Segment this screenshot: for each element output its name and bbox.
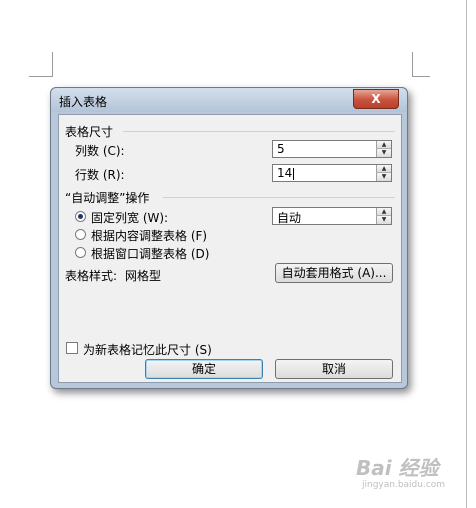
- crop-mark-left-vertical: [52, 52, 53, 77]
- page-right-edge: [466, 0, 467, 508]
- rows-value-wrap: 14: [277, 166, 295, 180]
- crop-mark-right-horizontal: [412, 76, 430, 77]
- rows-value: 14: [277, 166, 293, 180]
- spin-down-icon: ▼: [381, 149, 387, 156]
- autofit-separator: [163, 197, 395, 198]
- remember-size-label[interactable]: 为新表格记忆此尺寸 (S): [83, 341, 212, 358]
- columns-spin-up[interactable]: ▲: [376, 141, 391, 149]
- close-button[interactable]: X: [353, 89, 399, 109]
- columns-spin-buttons: ▲ ▼: [376, 141, 391, 157]
- fixed-width-radio[interactable]: [75, 211, 86, 222]
- spin-up-icon: ▲: [381, 141, 387, 148]
- columns-label: 列数 (C):: [75, 144, 125, 158]
- rows-spin-up[interactable]: ▲: [376, 165, 391, 173]
- autofit-contents-label[interactable]: 根据内容调整表格 (F): [91, 227, 207, 244]
- columns-value: 5: [277, 142, 285, 156]
- autoformat-button[interactable]: 自动套用格式 (A)...: [275, 263, 393, 283]
- rows-spin-down[interactable]: ▼: [376, 173, 391, 181]
- ok-button[interactable]: 确定: [145, 359, 263, 379]
- rows-label: 行数 (R):: [75, 168, 125, 182]
- baidu-jingyan-watermark: Bai 经验 jingyan.baidu.com: [356, 452, 456, 494]
- table-style-label: 表格样式:: [65, 269, 118, 283]
- columns-spinner[interactable]: 5 ▲ ▼: [272, 140, 392, 158]
- autofit-window-radio[interactable]: [75, 247, 86, 258]
- spin-down-icon: ▼: [381, 173, 387, 180]
- autofit-contents-radio[interactable]: [75, 229, 86, 240]
- dialog-titlebar[interactable]: 插入表格 X: [51, 88, 407, 112]
- table-size-section-label: 表格尺寸: [65, 125, 114, 139]
- crop-mark-right-vertical: [412, 52, 413, 77]
- table-style-value: 网格型: [125, 269, 162, 283]
- dialog-title: 插入表格: [59, 95, 108, 109]
- cancel-button[interactable]: 取消: [275, 359, 393, 379]
- fixed-width-spin-down[interactable]: ▼: [376, 216, 391, 224]
- watermark-logo-text: Bai 经验: [356, 456, 439, 480]
- dialog-content: 表格尺寸 列数 (C): 5 ▲ ▼ 行数 (R): 14 ▲ ▼ “自动调整”…: [58, 114, 402, 383]
- autofit-window-label[interactable]: 根据窗口调整表格 (D): [91, 245, 209, 262]
- fixed-width-value: 自动: [277, 211, 302, 225]
- autofit-section-label: “自动调整”操作: [65, 191, 150, 205]
- insert-table-dialog: 插入表格 X 表格尺寸 列数 (C): 5 ▲ ▼ 行数 (R): 14 ▲ ▼…: [50, 87, 408, 389]
- fixed-width-spin-up[interactable]: ▲: [376, 208, 391, 216]
- rows-spin-buttons: ▲ ▼: [376, 165, 391, 181]
- close-icon: X: [371, 92, 381, 106]
- columns-spin-down[interactable]: ▼: [376, 149, 391, 157]
- fixed-width-spinner[interactable]: 自动 ▲ ▼: [272, 207, 392, 225]
- crop-mark-left-horizontal: [29, 76, 53, 77]
- spin-down-icon: ▼: [381, 216, 387, 223]
- text-cursor: [293, 167, 295, 180]
- spin-up-icon: ▲: [381, 165, 387, 172]
- remember-size-checkbox[interactable]: [66, 342, 78, 354]
- fixed-width-label[interactable]: 固定列宽 (W):: [91, 209, 168, 226]
- watermark-url: jingyan.baidu.com: [362, 480, 446, 490]
- fixed-width-spin-buttons: ▲ ▼: [376, 208, 391, 224]
- table-size-separator: [123, 131, 395, 132]
- spin-up-icon: ▲: [381, 208, 387, 215]
- rows-spinner[interactable]: 14 ▲ ▼: [272, 164, 392, 182]
